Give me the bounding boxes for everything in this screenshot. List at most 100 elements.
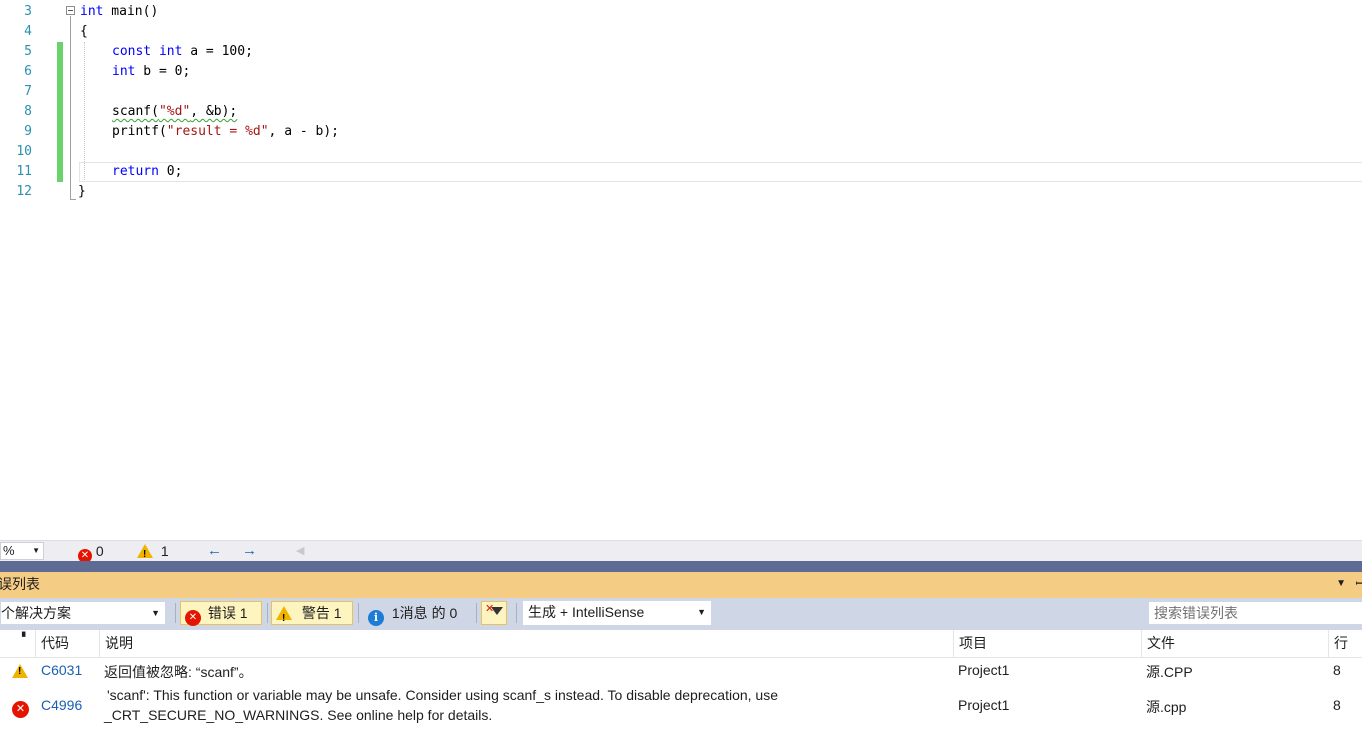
error-description: 返回值被忽略: “scanf”。 bbox=[104, 664, 253, 680]
line-column-header[interactable]: 行 bbox=[1328, 630, 1362, 657]
toolbar-separator bbox=[175, 603, 176, 623]
panel-splitter[interactable] bbox=[0, 561, 1362, 572]
code-text: a = 100; bbox=[182, 44, 253, 59]
code-line[interactable]: 7 bbox=[0, 82, 1362, 102]
line-number: 12 bbox=[16, 184, 32, 199]
search-error-list-input[interactable]: 搜索错误列表 bbox=[1148, 601, 1362, 625]
code-text: , &b); bbox=[190, 104, 238, 119]
error-icon: ✕ bbox=[12, 697, 29, 718]
error-description-line2: _CRT_SECURE_NO_WARNINGS. See online help… bbox=[104, 707, 493, 723]
keyword: int bbox=[80, 4, 104, 19]
code-text: b = 0; bbox=[135, 64, 191, 79]
warnings-filter-label: 警告 1 bbox=[301, 605, 342, 621]
code-text: } bbox=[78, 184, 86, 199]
error-list-toolbar: 个解决方案 ▼ ✕ 错误 1 警告 1 i 1消息 的 0 ✕ 生成 + Int… bbox=[0, 598, 1362, 630]
line-number: 5 bbox=[24, 44, 32, 59]
line-number: 7 bbox=[24, 84, 32, 99]
funnel-icon bbox=[491, 607, 503, 615]
messages-filter-button[interactable]: i 1消息 的 0 bbox=[363, 601, 473, 626]
warning-icon bbox=[12, 663, 28, 679]
chevron-down-icon: ▼ bbox=[32, 546, 40, 555]
code-line[interactable]: 11 return 0; bbox=[0, 162, 1362, 182]
code-line[interactable]: 12 } bbox=[0, 182, 1362, 202]
error-file: 源.CPP bbox=[1146, 664, 1193, 680]
toolbar-separator bbox=[358, 603, 359, 623]
line-number: 10 bbox=[16, 144, 32, 159]
error-list-title-bar[interactable]: 误列表 ▼ ꟷ bbox=[0, 572, 1362, 598]
build-source-value: 生成 + IntelliSense bbox=[528, 604, 645, 620]
arrow-right-icon[interactable]: → bbox=[242, 542, 257, 560]
file-column-header[interactable]: 文件 bbox=[1141, 630, 1328, 657]
description-column-header[interactable]: 说明 bbox=[99, 630, 953, 657]
code-line[interactable]: 6 int b = 0; bbox=[0, 62, 1362, 82]
toolbar-separator bbox=[516, 603, 517, 623]
error-list-header: ▘ 代码 说明 项目 文件 行 bbox=[0, 630, 1362, 658]
line-number: 11 bbox=[16, 164, 32, 179]
code-line[interactable]: 9 printf("result = %d", a - b); bbox=[0, 122, 1362, 142]
zoom-dropdown[interactable]: % ▼ bbox=[0, 542, 44, 560]
error-project: Project1 bbox=[958, 662, 1010, 678]
code-line[interactable]: 10 bbox=[0, 142, 1362, 162]
code-text: 0; bbox=[158, 164, 183, 179]
error-count: 0 bbox=[95, 543, 104, 559]
warning-squiggle[interactable]: scanf("%d", &b); bbox=[112, 104, 237, 119]
scope-value: 个解决方案 bbox=[1, 605, 71, 621]
editor-status-strip: % ▼ ✕ 0 1 ← → ◀ bbox=[0, 540, 1362, 564]
warning-count: 1 bbox=[160, 543, 169, 559]
code-text: scanf( bbox=[112, 104, 159, 119]
pin-icon[interactable]: ꟷ bbox=[1355, 572, 1362, 596]
table-row[interactable]: ✕ C4996 'scanf': This function or variab… bbox=[0, 684, 1362, 728]
chevron-down-icon[interactable]: ▼ bbox=[1336, 572, 1346, 596]
line-number: 9 bbox=[24, 124, 32, 139]
filter-button[interactable]: ✕ bbox=[481, 601, 507, 625]
severity-column-header[interactable]: ▘ bbox=[0, 630, 35, 657]
error-description: 'scanf': This function or variable may b… bbox=[107, 687, 778, 703]
panel-title: 误列表 bbox=[0, 576, 40, 592]
string-literal: "%d" bbox=[158, 104, 191, 119]
code-text: main() bbox=[103, 4, 159, 19]
arrow-left-icon[interactable]: ← bbox=[207, 542, 222, 560]
line-number: 3 bbox=[24, 4, 32, 19]
line-number: 8 bbox=[24, 104, 32, 119]
scope-dropdown[interactable]: 个解决方案 ▼ bbox=[0, 601, 166, 625]
line-number: 4 bbox=[24, 24, 32, 39]
code-column-header[interactable]: 代码 bbox=[35, 630, 99, 657]
search-placeholder: 搜索错误列表 bbox=[1154, 605, 1238, 621]
code-line[interactable]: 3 int main() bbox=[0, 2, 1362, 22]
warnings-filter-button[interactable]: 警告 1 bbox=[271, 601, 353, 630]
code-line[interactable]: 5 const int a = 100; bbox=[0, 42, 1362, 62]
keyword: int bbox=[158, 44, 183, 59]
error-count-indicator[interactable]: ✕ 0 bbox=[78, 542, 104, 563]
messages-filter-label: 1消息 的 0 bbox=[391, 605, 458, 621]
error-project: Project1 bbox=[958, 697, 1010, 713]
warning-icon bbox=[137, 544, 153, 564]
code-editor[interactable]: 3 int main() 4 { 5 const int a = 100; 6 … bbox=[0, 0, 1362, 540]
warning-count-indicator[interactable]: 1 bbox=[137, 542, 169, 564]
toolbar-separator bbox=[476, 603, 477, 623]
code-text: { bbox=[80, 24, 88, 39]
project-column-header[interactable]: 项目 bbox=[953, 630, 1141, 657]
keyword: return bbox=[112, 164, 159, 179]
zoom-value: % bbox=[3, 543, 15, 558]
info-icon: i bbox=[368, 610, 384, 626]
keyword: int bbox=[112, 64, 136, 79]
line-number: 6 bbox=[24, 64, 32, 79]
code-line[interactable]: 4 { bbox=[0, 22, 1362, 42]
chevron-down-icon: ▼ bbox=[151, 608, 160, 618]
table-row[interactable]: C6031 返回值被忽略: “scanf”。 Project1 源.CPP 8 bbox=[0, 658, 1362, 684]
scroll-left-icon[interactable]: ◀ bbox=[296, 542, 304, 560]
error-line: 8 bbox=[1333, 697, 1341, 713]
chevron-down-icon: ▼ bbox=[697, 607, 706, 617]
string-literal: "result = %d" bbox=[166, 124, 269, 139]
error-code-link[interactable]: C6031 bbox=[41, 662, 82, 678]
error-icon: ✕ bbox=[185, 610, 201, 626]
code-line[interactable]: 8 scanf("%d", &b); bbox=[0, 102, 1362, 122]
toolbar-separator bbox=[267, 603, 268, 623]
errors-filter-label: 错误 1 bbox=[207, 605, 248, 621]
warning-icon bbox=[276, 606, 292, 630]
errors-filter-button[interactable]: ✕ 错误 1 bbox=[180, 601, 262, 626]
build-source-dropdown[interactable]: 生成 + IntelliSense ▼ bbox=[523, 601, 711, 625]
error-line: 8 bbox=[1333, 662, 1341, 678]
error-code-link[interactable]: C4996 bbox=[41, 697, 82, 713]
code-text: printf( bbox=[112, 124, 167, 139]
